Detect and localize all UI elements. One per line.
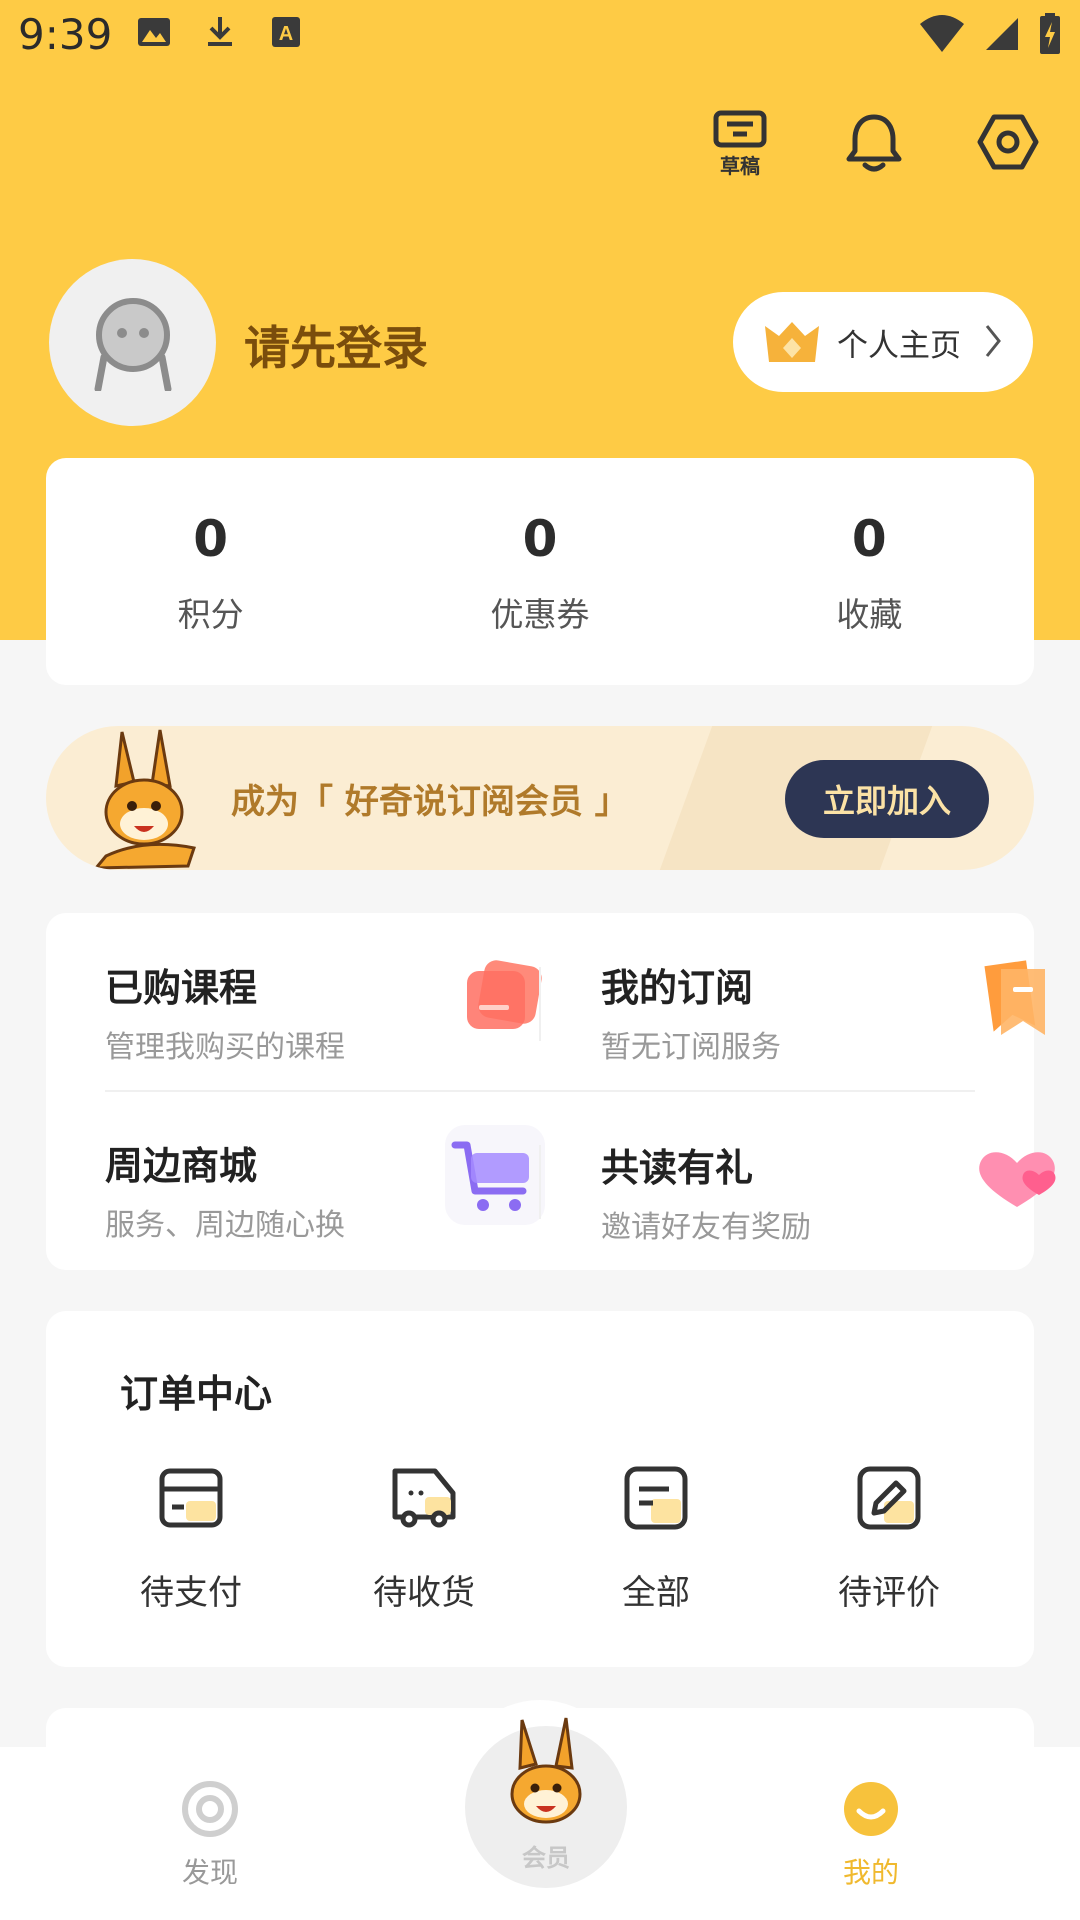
download-notification-icon — [208, 17, 232, 46]
stat-value: 0 — [522, 510, 558, 568]
order-label: 待收货 — [373, 1573, 475, 1613]
cards-icon — [467, 960, 542, 1029]
feature-merch-store[interactable]: 周边商城 服务、周边随心换 — [105, 1125, 545, 1255]
rabbit-mascot-icon — [92, 729, 196, 870]
stat-label: 收藏 — [836, 595, 903, 634]
row-divider — [105, 1090, 975, 1092]
order-pending-payment[interactable]: 待支付 — [111, 1463, 271, 1614]
notifications-button[interactable] — [842, 110, 906, 174]
bookmark-icon — [984, 960, 1045, 1035]
nav-me[interactable]: 我的 — [801, 1779, 941, 1891]
hearts-icon — [979, 1152, 1056, 1207]
stat-value: 0 — [851, 510, 887, 568]
crown-icon — [765, 322, 819, 362]
order-pending-delivery[interactable]: 待收货 — [344, 1463, 504, 1614]
svg-text:A: A — [279, 23, 293, 45]
login-prompt[interactable]: 请先登录 — [244, 312, 428, 378]
stat-label: 优惠券 — [490, 595, 590, 634]
draft-label: 草稿 — [720, 154, 760, 178]
join-now-button[interactable]: 立即加入 — [785, 760, 989, 838]
feature-my-subscriptions[interactable]: 我的订阅 暂无订阅服务 — [601, 957, 1045, 1077]
order-center-card: 订单中心 待支付 待收货 全部 待评价 — [46, 1311, 1034, 1667]
order-label: 待支付 — [140, 1573, 242, 1613]
order-center-title: 订单中心 — [120, 1372, 273, 1416]
feature-title: 我的订阅 — [601, 966, 754, 1010]
settings-icon — [977, 114, 1039, 170]
personal-homepage-button[interactable]: 个人主页 — [733, 292, 1033, 392]
cart-icon — [445, 1125, 545, 1225]
order-label: 全部 — [622, 1573, 690, 1613]
stat-points[interactable]: 0 积分 — [46, 458, 375, 685]
column-divider — [539, 1145, 541, 1219]
feature-purchased-courses[interactable]: 已购课程 管理我购买的课程 — [105, 957, 545, 1077]
bell-icon — [846, 114, 902, 172]
column-divider — [539, 967, 541, 1041]
status-time: 9:39 — [18, 10, 113, 59]
status-bar: 9:39 A — [0, 0, 1080, 72]
discover-icon — [182, 1781, 238, 1837]
nav-label: 我的 — [842, 1856, 899, 1889]
stats-card: 0 积分 0 优惠券 0 收藏 — [46, 458, 1034, 685]
me-icon — [844, 1782, 898, 1836]
stat-value: 0 — [193, 510, 229, 568]
stat-label: 积分 — [177, 595, 244, 634]
text-notification-icon: A — [272, 17, 300, 47]
feature-subtitle: 暂无订阅服务 — [601, 1030, 781, 1065]
membership-banner[interactable]: 成为「 好奇说订阅会员 」 立即加入 — [46, 726, 1034, 870]
battery-icon — [1040, 13, 1060, 54]
nav-label: 发现 — [181, 1856, 238, 1889]
chevron-right-icon — [985, 325, 1001, 357]
list-icon — [624, 1466, 688, 1530]
mascot-icon — [510, 1717, 582, 1824]
feature-read-together[interactable]: 共读有礼 邀请好友有奖励 — [601, 1137, 1056, 1257]
image-notification-icon — [138, 18, 170, 46]
wifi-icon — [920, 15, 964, 52]
nav-discover[interactable]: 发现 — [140, 1779, 280, 1891]
features-card: 已购课程 管理我购买的课程 我的订阅 暂无订阅服务 周边商城 服务、周边随心换 … — [46, 913, 1056, 1270]
avatar[interactable] — [49, 259, 216, 426]
draft-button[interactable]: 草稿 — [708, 110, 772, 178]
order-pending-review[interactable]: 待评价 — [809, 1463, 969, 1614]
nav-label: 会员 — [522, 1844, 570, 1872]
personal-homepage-label: 个人主页 — [837, 327, 961, 364]
order-all[interactable]: 全部 — [576, 1463, 736, 1614]
avatar-placeholder-icon — [94, 297, 171, 391]
card-icon — [159, 1468, 223, 1528]
draft-icon — [713, 110, 767, 148]
membership-promo-text: 成为「 好奇说订阅会员 」 — [231, 782, 629, 822]
header-actions: 草稿 — [708, 110, 1040, 178]
stat-favorites[interactable]: 0 收藏 — [705, 458, 1034, 685]
edit-icon — [857, 1466, 921, 1530]
order-label: 待评价 — [838, 1573, 940, 1613]
truck-icon — [392, 1468, 456, 1528]
signal-icon — [986, 18, 1018, 50]
settings-button[interactable] — [976, 110, 1040, 174]
stat-coupons[interactable]: 0 优惠券 — [375, 458, 704, 685]
